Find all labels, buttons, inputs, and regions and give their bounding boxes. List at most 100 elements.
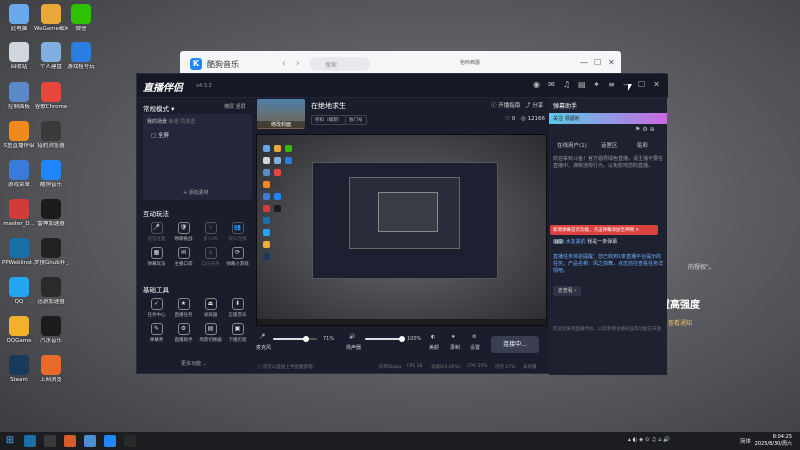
preview-screen <box>257 135 546 325</box>
new-feature-tip[interactable]: 新增弹幕首页功能，点击弹幕添加至神网 ✕ <box>550 225 658 235</box>
tool-button[interactable]: ⏏ 录屏器 <box>197 298 224 318</box>
interact-button[interactable]: 🎤 语音连麦 <box>143 222 170 242</box>
desktop-shortcut[interactable]: 迅游加速器 <box>34 277 68 306</box>
desktop-shortcut[interactable]: QQGame <box>2 316 36 345</box>
mode-selector[interactable]: 常规模式 ▾ <box>143 103 174 113</box>
desktop-shortcut[interactable]: 个人建盘 <box>34 42 68 71</box>
tool-button[interactable]: ▤ 场景切换器 <box>197 323 224 343</box>
gift-icon[interactable]: ✦ <box>593 80 600 89</box>
scene-panel: 我的场景 新增 同游选 ▢ 全屏 + 添加素材 <box>143 114 252 200</box>
promo-banner[interactable]: 关注 领福利 <box>549 113 667 124</box>
input-language[interactable]: 简体 <box>740 437 751 445</box>
user-name[interactable]: 水友黑豹 <box>566 239 586 245</box>
desktop-shortcut[interactable]: 猎豹浏览器 <box>34 121 68 150</box>
stream-preview[interactable] <box>256 134 547 326</box>
kugou-user-name[interactable]: 怡吟西瑟 <box>460 59 480 66</box>
beauty-icon[interactable]: ◐ <box>431 334 435 340</box>
desktop-shortcut[interactable]: 上网浏览 <box>34 355 68 384</box>
maximize-icon[interactable]: ☐ <box>594 58 601 67</box>
back-icon[interactable]: ‹ <box>282 59 286 69</box>
category-tag[interactable]: 独门号 <box>345 115 367 125</box>
avatar-icon[interactable]: ◉ <box>533 80 540 89</box>
settings-icon[interactable]: ⚙ <box>642 126 647 133</box>
record-icon[interactable]: ⏺ <box>452 334 455 340</box>
share-button[interactable]: ⤴ 分享 <box>525 101 543 109</box>
desktop-shortcut[interactable]: 汽水音乐 <box>34 316 68 345</box>
system-clock[interactable]: 8:04:25 2025/8/30/周六 <box>755 434 792 448</box>
category-tag[interactable]: 折扣（端游） <box>311 115 346 125</box>
tool-button[interactable]: ⚙ 直播助手 <box>170 323 197 343</box>
desktop-shortcut[interactable]: 游戏租号玩 <box>64 42 98 71</box>
connect-button[interactable]: 连接中... <box>491 336 539 353</box>
douyu-taskbar-icon[interactable] <box>64 435 76 447</box>
forward-icon[interactable]: › <box>296 59 300 69</box>
desktop-shortcut[interactable]: 控制面板 <box>2 82 36 111</box>
interact-button[interactable]: ⟳ 弹幕小游戏 <box>224 247 251 267</box>
tool-button[interactable]: ✓ 任务中心 <box>143 298 170 318</box>
desktop-shortcut[interactable]: QQ <box>2 277 36 306</box>
desktop-shortcut[interactable]: Steam <box>2 355 36 384</box>
kugou-search-input[interactable]: 搜索 <box>310 57 370 71</box>
desktop-shortcut[interactable]: 此电脑 <box>2 4 36 33</box>
interact-button[interactable]: ⌂ 口头任务 <box>197 247 224 267</box>
mic-volume-handle[interactable] <box>303 336 309 342</box>
close-icon[interactable]: ✕ <box>608 58 615 67</box>
desktop-shortcut[interactable]: 雷神加速器 <box>34 199 68 228</box>
tab-chat[interactable]: 话匣区 <box>601 141 618 149</box>
book-icon[interactable]: ▤ <box>578 80 586 89</box>
maximize-icon[interactable]: ☐ <box>638 80 645 89</box>
orientation-tabs[interactable]: 横屏 竖屏 <box>224 103 246 110</box>
desktop-shortcut[interactable]: S鱼直播伴侣 <box>2 121 36 150</box>
view-task-button[interactable]: 去查看 › <box>553 286 581 296</box>
steam-taskbar-icon[interactable] <box>24 435 36 447</box>
start-guide-link[interactable]: ⓘ 开播指南 <box>491 101 520 109</box>
kugou-taskbar-icon[interactable] <box>104 435 116 447</box>
menu-icon[interactable]: ≡ <box>608 80 615 89</box>
desktop-shortcut[interactable]: 回收站 <box>2 42 36 71</box>
headset-icon[interactable]: ♫ <box>563 80 570 89</box>
mic-icon[interactable]: 🎤 <box>259 334 265 340</box>
stream-title[interactable]: 在绝地求生 <box>311 101 346 111</box>
settings-icon[interactable]: ⚙ <box>472 334 476 340</box>
speaker-volume-slider[interactable] <box>365 336 405 342</box>
tool-button[interactable]: ★ 直播任务 <box>170 298 197 318</box>
desktop-shortcut[interactable]: 微信 <box>64 4 98 33</box>
desktop-shortcut[interactable]: 酷狗音乐 <box>34 160 68 189</box>
desktop-shortcut[interactable]: master_D... <box>2 199 36 228</box>
add-source-button[interactable]: + 添加素材 <box>183 189 209 196</box>
cloud-taskbar-icon[interactable] <box>84 435 96 447</box>
filter-icon[interactable]: ⚑ <box>635 126 640 133</box>
more-features-button[interactable]: 更多功能 ⌄ <box>181 360 207 367</box>
desktop-shortcut[interactable]: 游戏菜单 <box>2 160 36 189</box>
desktop-shortcut[interactable]: 罗技Ghub补丁 <box>34 238 68 267</box>
interact-button[interactable]: ▦ 弹幕玩法 <box>143 247 170 267</box>
source-item-fullscreen[interactable]: ▢ 全屏 <box>151 131 169 139</box>
close-icon[interactable]: ✕ <box>653 80 660 89</box>
interact-button[interactable]: ✉ 主播口袋 <box>170 247 197 267</box>
tab-online-users[interactable]: 在线用户(1) <box>557 141 587 149</box>
tool-button[interactable]: ✎ 弹幕秀 <box>143 323 170 343</box>
windows-start-icon[interactable]: ⊞ <box>4 435 16 447</box>
more-icon[interactable]: ⊕ <box>650 126 655 133</box>
desktop-shortcut[interactable]: PPWeblinst... <box>2 238 36 267</box>
mic-volume-slider[interactable] <box>273 336 317 342</box>
tool-button[interactable]: ⬇ 正版音乐 <box>224 298 251 318</box>
interact-button[interactable]: ⚔ 多人PK <box>197 222 224 242</box>
desktop-shortcut[interactable]: WeGame都网专版 <box>34 4 68 33</box>
cover-thumbnail[interactable]: 修改封面 <box>257 99 305 129</box>
interact-button[interactable]: 👥 观众连线 <box>224 222 251 242</box>
speaker-icon[interactable]: 🔊 <box>349 334 355 340</box>
speaker-volume-handle[interactable] <box>399 336 405 342</box>
tool-button[interactable]: ▣ 下播历程 <box>224 323 251 343</box>
desktop-shortcut[interactable]: 谷歌Chrome <box>34 82 68 111</box>
tray-icons[interactable]: ▴ ◐ ◈ ⊙ ♫ ⌂ 🔊 <box>628 437 670 443</box>
message-icon[interactable]: ✉ <box>548 80 555 89</box>
clock-time: 8:04:25 <box>772 434 792 440</box>
interact-button[interactable]: 🛡 畅聊挑战 <box>170 222 197 242</box>
minimize-icon[interactable]: — <box>580 58 588 67</box>
scene-tab[interactable]: 我的场景 <box>147 119 167 125</box>
scene-tab2[interactable]: 新增 同游选 <box>169 119 196 125</box>
app-taskbar-icon[interactable] <box>124 435 136 447</box>
tab-stickers[interactable]: 贴彩 <box>637 141 648 149</box>
browser-taskbar-icon[interactable] <box>44 435 56 447</box>
